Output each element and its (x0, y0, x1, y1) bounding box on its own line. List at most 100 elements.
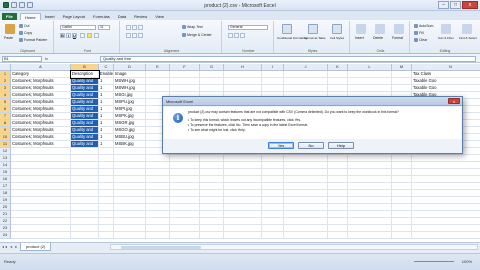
table-cell[interactable] (284, 169, 328, 176)
table-cell[interactable] (99, 155, 114, 162)
table-cell[interactable] (200, 176, 224, 183)
table-cell[interactable] (328, 85, 348, 92)
table-cell[interactable] (262, 218, 284, 225)
table-cell[interactable] (284, 204, 328, 211)
select-all-corner[interactable] (0, 64, 11, 71)
table-cell[interactable] (348, 169, 392, 176)
table-cell[interactable] (412, 155, 480, 162)
table-cell[interactable] (348, 162, 392, 169)
table-cell[interactable] (99, 190, 114, 197)
table-cell[interactable] (200, 218, 224, 225)
table-cell[interactable] (11, 190, 71, 197)
delete-cells-icon[interactable] (375, 24, 385, 34)
table-cell[interactable]: 1 (99, 92, 114, 99)
table-cell[interactable]: Taxable Goo (412, 78, 480, 85)
table-cell[interactable] (11, 211, 71, 218)
fill-button[interactable]: Fill (414, 31, 423, 36)
table-cell[interactable] (200, 85, 224, 92)
find-select-button[interactable]: Find & Select (459, 36, 477, 40)
table-cell[interactable]: MSGO.jpg (114, 127, 146, 134)
table-cell[interactable] (392, 218, 412, 225)
table-cell[interactable]: Costumes; Morphsuits (11, 78, 71, 85)
table-cell[interactable] (71, 169, 99, 176)
table-cell[interactable] (99, 218, 114, 225)
table-cell[interactable] (284, 85, 328, 92)
row-header[interactable]: 8 (0, 120, 11, 127)
table-cell[interactable] (224, 85, 262, 92)
table-cell[interactable] (262, 162, 284, 169)
table-cell[interactable] (146, 225, 170, 232)
table-cell[interactable]: Costumes; Morphsuits (11, 134, 71, 141)
maximize-button[interactable]: □ (450, 1, 461, 9)
dialog-close-button[interactable]: x (448, 98, 460, 104)
table-cell[interactable] (11, 169, 71, 176)
table-cell[interactable] (392, 78, 412, 85)
row-header[interactable]: 12 (0, 148, 11, 155)
table-cell[interactable] (392, 204, 412, 211)
table-cell[interactable] (71, 204, 99, 211)
column-header[interactable]: J (284, 64, 328, 71)
table-cell[interactable] (328, 155, 348, 162)
help-button[interactable]: Help (328, 142, 354, 149)
table-cell[interactable]: Description (70, 70, 100, 79)
table-cell[interactable] (284, 155, 328, 162)
zoom-slider[interactable] (414, 261, 454, 262)
table-cell[interactable] (11, 155, 71, 162)
table-cell[interactable] (170, 190, 200, 197)
table-cell[interactable] (11, 197, 71, 204)
column-header[interactable]: N (412, 64, 480, 71)
table-cell[interactable]: Tax Class (412, 71, 480, 78)
table-cell[interactable] (392, 176, 412, 183)
table-cell[interactable]: MSPK.jpg (114, 113, 146, 120)
table-cell[interactable]: Costumes; Morphsuits (11, 92, 71, 99)
table-cell[interactable]: Quality and (71, 120, 99, 127)
table-cell[interactable]: 1 (99, 78, 114, 85)
table-cell[interactable] (328, 71, 348, 78)
table-cell[interactable] (328, 183, 348, 190)
table-cell[interactable] (146, 155, 170, 162)
table-cell[interactable] (392, 162, 412, 169)
table-cell[interactable] (412, 190, 480, 197)
table-cell[interactable] (170, 71, 200, 78)
table-cell[interactable]: MSGR.jpg (114, 120, 146, 127)
table-cell[interactable]: 1 (99, 106, 114, 113)
table-cell[interactable] (284, 78, 328, 85)
table-cell[interactable] (224, 197, 262, 204)
table-cell[interactable] (146, 176, 170, 183)
table-cell[interactable] (114, 162, 146, 169)
underline-button[interactable]: U (72, 33, 77, 38)
font-size-select[interactable]: 11 (98, 25, 110, 30)
table-cell[interactable] (11, 162, 71, 169)
table-cell[interactable] (146, 71, 170, 78)
table-cell[interactable] (224, 169, 262, 176)
tab-data[interactable]: Data (114, 13, 130, 20)
paste-icon[interactable] (5, 24, 15, 34)
table-cell[interactable]: 1 (99, 113, 114, 120)
table-cell[interactable] (146, 183, 170, 190)
table-cell[interactable] (146, 162, 170, 169)
table-cell[interactable] (392, 232, 412, 239)
table-cell[interactable] (348, 211, 392, 218)
table-cell[interactable] (114, 204, 146, 211)
row-header[interactable]: 22 (0, 218, 11, 225)
table-cell[interactable]: Enabled (99, 71, 114, 78)
table-cell[interactable] (284, 71, 328, 78)
table-cell[interactable] (146, 169, 170, 176)
table-cell[interactable] (99, 204, 114, 211)
table-cell[interactable] (71, 197, 99, 204)
row-header[interactable]: 2 (0, 78, 11, 85)
delete-button[interactable]: Delete (373, 36, 383, 40)
table-cell[interactable] (328, 169, 348, 176)
table-cell[interactable] (224, 204, 262, 211)
minimize-button[interactable]: – (438, 1, 449, 9)
fill-color-icon[interactable] (87, 33, 92, 38)
table-cell[interactable] (392, 211, 412, 218)
table-cell[interactable]: 1 (99, 134, 114, 141)
table-cell[interactable]: MSPU.jpg (114, 99, 146, 106)
table-cell[interactable] (348, 204, 392, 211)
table-cell[interactable] (348, 225, 392, 232)
table-cell[interactable] (71, 155, 99, 162)
copy-button[interactable]: Copy (19, 31, 32, 36)
binoculars-icon[interactable] (462, 24, 472, 34)
currency-icon[interactable] (228, 33, 233, 38)
